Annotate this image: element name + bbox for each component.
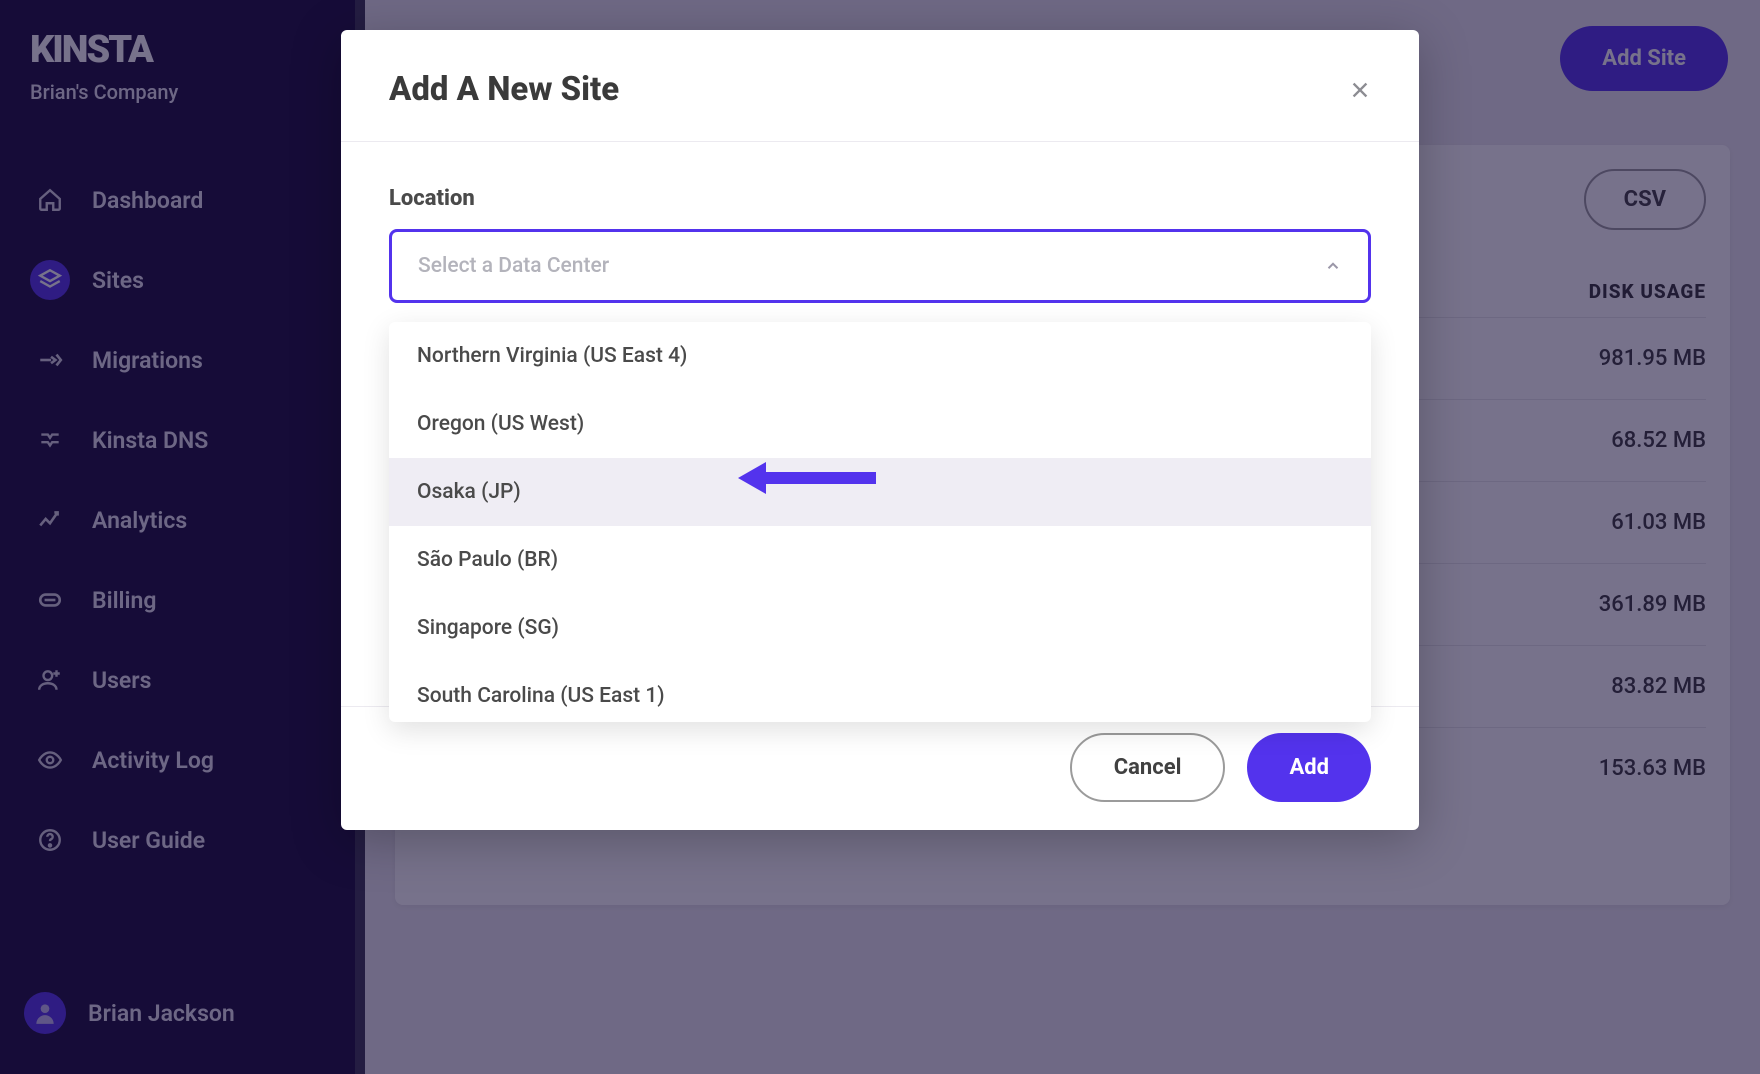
location-dropdown: Northern Virginia (US East 4) Oregon (US… xyxy=(389,322,1371,722)
option-oregon[interactable]: Oregon (US West) xyxy=(389,390,1371,458)
option-osaka[interactable]: Osaka (JP) xyxy=(389,458,1371,526)
location-select[interactable]: Select a Data Center xyxy=(389,229,1371,303)
location-label: Location xyxy=(389,186,1371,211)
modal-overlay[interactable]: Add A New Site Location Select a Data Ce… xyxy=(0,0,1760,1074)
close-icon[interactable] xyxy=(1349,79,1371,101)
option-singapore[interactable]: Singapore (SG) xyxy=(389,594,1371,662)
add-button[interactable]: Add xyxy=(1247,733,1371,802)
cancel-button[interactable]: Cancel xyxy=(1070,733,1226,802)
modal-body: Location Select a Data Center Northern V… xyxy=(341,142,1419,706)
select-placeholder: Select a Data Center xyxy=(418,254,609,278)
chevron-up-icon xyxy=(1324,257,1342,275)
option-northern-virginia[interactable]: Northern Virginia (US East 4) xyxy=(389,322,1371,390)
modal-footer: Cancel Add xyxy=(341,706,1419,830)
modal-title: Add A New Site xyxy=(389,70,619,109)
modal-header: Add A New Site xyxy=(341,30,1419,142)
option-south-carolina[interactable]: South Carolina (US East 1) xyxy=(389,662,1371,722)
dropdown-list[interactable]: Northern Virginia (US East 4) Oregon (US… xyxy=(389,322,1371,722)
option-sao-paulo[interactable]: São Paulo (BR) xyxy=(389,526,1371,594)
add-site-modal: Add A New Site Location Select a Data Ce… xyxy=(341,30,1419,830)
